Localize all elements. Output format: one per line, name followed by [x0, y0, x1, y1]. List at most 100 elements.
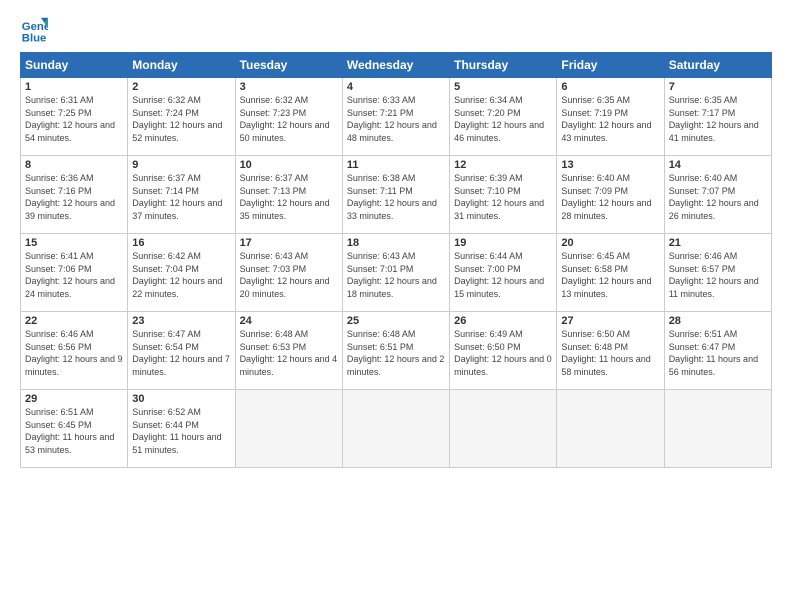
calendar-cell: 7 Sunrise: 6:35 AMSunset: 7:17 PMDayligh…: [664, 78, 771, 156]
calendar-cell: 2 Sunrise: 6:32 AMSunset: 7:24 PMDayligh…: [128, 78, 235, 156]
calendar-cell: 29 Sunrise: 6:51 AMSunset: 6:45 PMDaylig…: [21, 390, 128, 468]
calendar-cell: 27 Sunrise: 6:50 AMSunset: 6:48 PMDaylig…: [557, 312, 664, 390]
day-info: Sunrise: 6:40 AMSunset: 7:07 PMDaylight:…: [669, 173, 759, 221]
day-info: Sunrise: 6:49 AMSunset: 6:50 PMDaylight:…: [454, 329, 552, 377]
day-number: 6: [561, 81, 659, 93]
calendar-cell: [664, 390, 771, 468]
day-info: Sunrise: 6:52 AMSunset: 6:44 PMDaylight:…: [132, 407, 221, 455]
calendar-cell: [235, 390, 342, 468]
day-number: 7: [669, 81, 767, 93]
calendar-cell: 8 Sunrise: 6:36 AMSunset: 7:16 PMDayligh…: [21, 156, 128, 234]
day-number: 8: [25, 159, 123, 171]
calendar-cell: 21 Sunrise: 6:46 AMSunset: 6:57 PMDaylig…: [664, 234, 771, 312]
day-info: Sunrise: 6:46 AMSunset: 6:57 PMDaylight:…: [669, 251, 759, 299]
page: General Blue SundayMondayTuesdayWednesda…: [0, 0, 792, 612]
day-number: 3: [240, 81, 338, 93]
calendar-week-row: 1 Sunrise: 6:31 AMSunset: 7:25 PMDayligh…: [21, 78, 772, 156]
calendar-cell: 16 Sunrise: 6:42 AMSunset: 7:04 PMDaylig…: [128, 234, 235, 312]
day-number: 9: [132, 159, 230, 171]
day-info: Sunrise: 6:46 AMSunset: 6:56 PMDaylight:…: [25, 329, 123, 377]
day-info: Sunrise: 6:47 AMSunset: 6:54 PMDaylight:…: [132, 329, 230, 377]
calendar-cell: 22 Sunrise: 6:46 AMSunset: 6:56 PMDaylig…: [21, 312, 128, 390]
calendar-cell: 1 Sunrise: 6:31 AMSunset: 7:25 PMDayligh…: [21, 78, 128, 156]
day-number: 26: [454, 315, 552, 327]
svg-text:Blue: Blue: [22, 32, 47, 44]
svg-text:General: General: [22, 21, 48, 33]
day-info: Sunrise: 6:42 AMSunset: 7:04 PMDaylight:…: [132, 251, 222, 299]
calendar-cell: 28 Sunrise: 6:51 AMSunset: 6:47 PMDaylig…: [664, 312, 771, 390]
weekday-header: Tuesday: [235, 53, 342, 78]
day-info: Sunrise: 6:37 AMSunset: 7:13 PMDaylight:…: [240, 173, 330, 221]
calendar-cell: 3 Sunrise: 6:32 AMSunset: 7:23 PMDayligh…: [235, 78, 342, 156]
calendar-cell: 11 Sunrise: 6:38 AMSunset: 7:11 PMDaylig…: [342, 156, 449, 234]
day-number: 21: [669, 237, 767, 249]
calendar-week-row: 15 Sunrise: 6:41 AMSunset: 7:06 PMDaylig…: [21, 234, 772, 312]
calendar-cell: 9 Sunrise: 6:37 AMSunset: 7:14 PMDayligh…: [128, 156, 235, 234]
logo-icon: General Blue: [20, 16, 48, 44]
day-info: Sunrise: 6:48 AMSunset: 6:53 PMDaylight:…: [240, 329, 338, 377]
day-number: 14: [669, 159, 767, 171]
calendar-cell: 20 Sunrise: 6:45 AMSunset: 6:58 PMDaylig…: [557, 234, 664, 312]
day-number: 18: [347, 237, 445, 249]
day-number: 4: [347, 81, 445, 93]
calendar-cell: 18 Sunrise: 6:43 AMSunset: 7:01 PMDaylig…: [342, 234, 449, 312]
day-number: 23: [132, 315, 230, 327]
calendar-cell: [557, 390, 664, 468]
weekday-header: Wednesday: [342, 53, 449, 78]
calendar-cell: 23 Sunrise: 6:47 AMSunset: 6:54 PMDaylig…: [128, 312, 235, 390]
calendar-cell: 26 Sunrise: 6:49 AMSunset: 6:50 PMDaylig…: [450, 312, 557, 390]
day-number: 29: [25, 393, 123, 405]
calendar-cell: 10 Sunrise: 6:37 AMSunset: 7:13 PMDaylig…: [235, 156, 342, 234]
calendar-cell: 13 Sunrise: 6:40 AMSunset: 7:09 PMDaylig…: [557, 156, 664, 234]
day-info: Sunrise: 6:34 AMSunset: 7:20 PMDaylight:…: [454, 95, 544, 143]
calendar-cell: 5 Sunrise: 6:34 AMSunset: 7:20 PMDayligh…: [450, 78, 557, 156]
day-number: 27: [561, 315, 659, 327]
day-info: Sunrise: 6:33 AMSunset: 7:21 PMDaylight:…: [347, 95, 437, 143]
weekday-header: Thursday: [450, 53, 557, 78]
calendar-header-row: SundayMondayTuesdayWednesdayThursdayFrid…: [21, 53, 772, 78]
day-number: 19: [454, 237, 552, 249]
calendar-cell: [450, 390, 557, 468]
day-number: 30: [132, 393, 230, 405]
calendar-week-row: 8 Sunrise: 6:36 AMSunset: 7:16 PMDayligh…: [21, 156, 772, 234]
day-number: 15: [25, 237, 123, 249]
day-number: 2: [132, 81, 230, 93]
day-number: 12: [454, 159, 552, 171]
calendar-cell: 4 Sunrise: 6:33 AMSunset: 7:21 PMDayligh…: [342, 78, 449, 156]
day-info: Sunrise: 6:44 AMSunset: 7:00 PMDaylight:…: [454, 251, 544, 299]
weekday-header: Saturday: [664, 53, 771, 78]
calendar-week-row: 29 Sunrise: 6:51 AMSunset: 6:45 PMDaylig…: [21, 390, 772, 468]
calendar-table: SundayMondayTuesdayWednesdayThursdayFrid…: [20, 52, 772, 468]
day-number: 22: [25, 315, 123, 327]
day-info: Sunrise: 6:40 AMSunset: 7:09 PMDaylight:…: [561, 173, 651, 221]
day-info: Sunrise: 6:38 AMSunset: 7:11 PMDaylight:…: [347, 173, 437, 221]
day-info: Sunrise: 6:50 AMSunset: 6:48 PMDaylight:…: [561, 329, 650, 377]
calendar-cell: [342, 390, 449, 468]
day-number: 24: [240, 315, 338, 327]
day-info: Sunrise: 6:32 AMSunset: 7:23 PMDaylight:…: [240, 95, 330, 143]
calendar-cell: 14 Sunrise: 6:40 AMSunset: 7:07 PMDaylig…: [664, 156, 771, 234]
weekday-header: Sunday: [21, 53, 128, 78]
day-number: 5: [454, 81, 552, 93]
day-number: 28: [669, 315, 767, 327]
calendar-cell: 17 Sunrise: 6:43 AMSunset: 7:03 PMDaylig…: [235, 234, 342, 312]
day-number: 10: [240, 159, 338, 171]
day-info: Sunrise: 6:35 AMSunset: 7:19 PMDaylight:…: [561, 95, 651, 143]
day-number: 13: [561, 159, 659, 171]
day-info: Sunrise: 6:43 AMSunset: 7:03 PMDaylight:…: [240, 251, 330, 299]
day-info: Sunrise: 6:48 AMSunset: 6:51 PMDaylight:…: [347, 329, 445, 377]
calendar-cell: 30 Sunrise: 6:52 AMSunset: 6:44 PMDaylig…: [128, 390, 235, 468]
day-info: Sunrise: 6:43 AMSunset: 7:01 PMDaylight:…: [347, 251, 437, 299]
calendar-cell: 25 Sunrise: 6:48 AMSunset: 6:51 PMDaylig…: [342, 312, 449, 390]
day-info: Sunrise: 6:45 AMSunset: 6:58 PMDaylight:…: [561, 251, 651, 299]
calendar-cell: 24 Sunrise: 6:48 AMSunset: 6:53 PMDaylig…: [235, 312, 342, 390]
calendar-body: 1 Sunrise: 6:31 AMSunset: 7:25 PMDayligh…: [21, 78, 772, 468]
calendar-cell: 19 Sunrise: 6:44 AMSunset: 7:00 PMDaylig…: [450, 234, 557, 312]
day-info: Sunrise: 6:35 AMSunset: 7:17 PMDaylight:…: [669, 95, 759, 143]
day-info: Sunrise: 6:31 AMSunset: 7:25 PMDaylight:…: [25, 95, 115, 143]
day-info: Sunrise: 6:37 AMSunset: 7:14 PMDaylight:…: [132, 173, 222, 221]
header: General Blue: [20, 16, 772, 44]
day-number: 11: [347, 159, 445, 171]
day-info: Sunrise: 6:32 AMSunset: 7:24 PMDaylight:…: [132, 95, 222, 143]
day-number: 25: [347, 315, 445, 327]
